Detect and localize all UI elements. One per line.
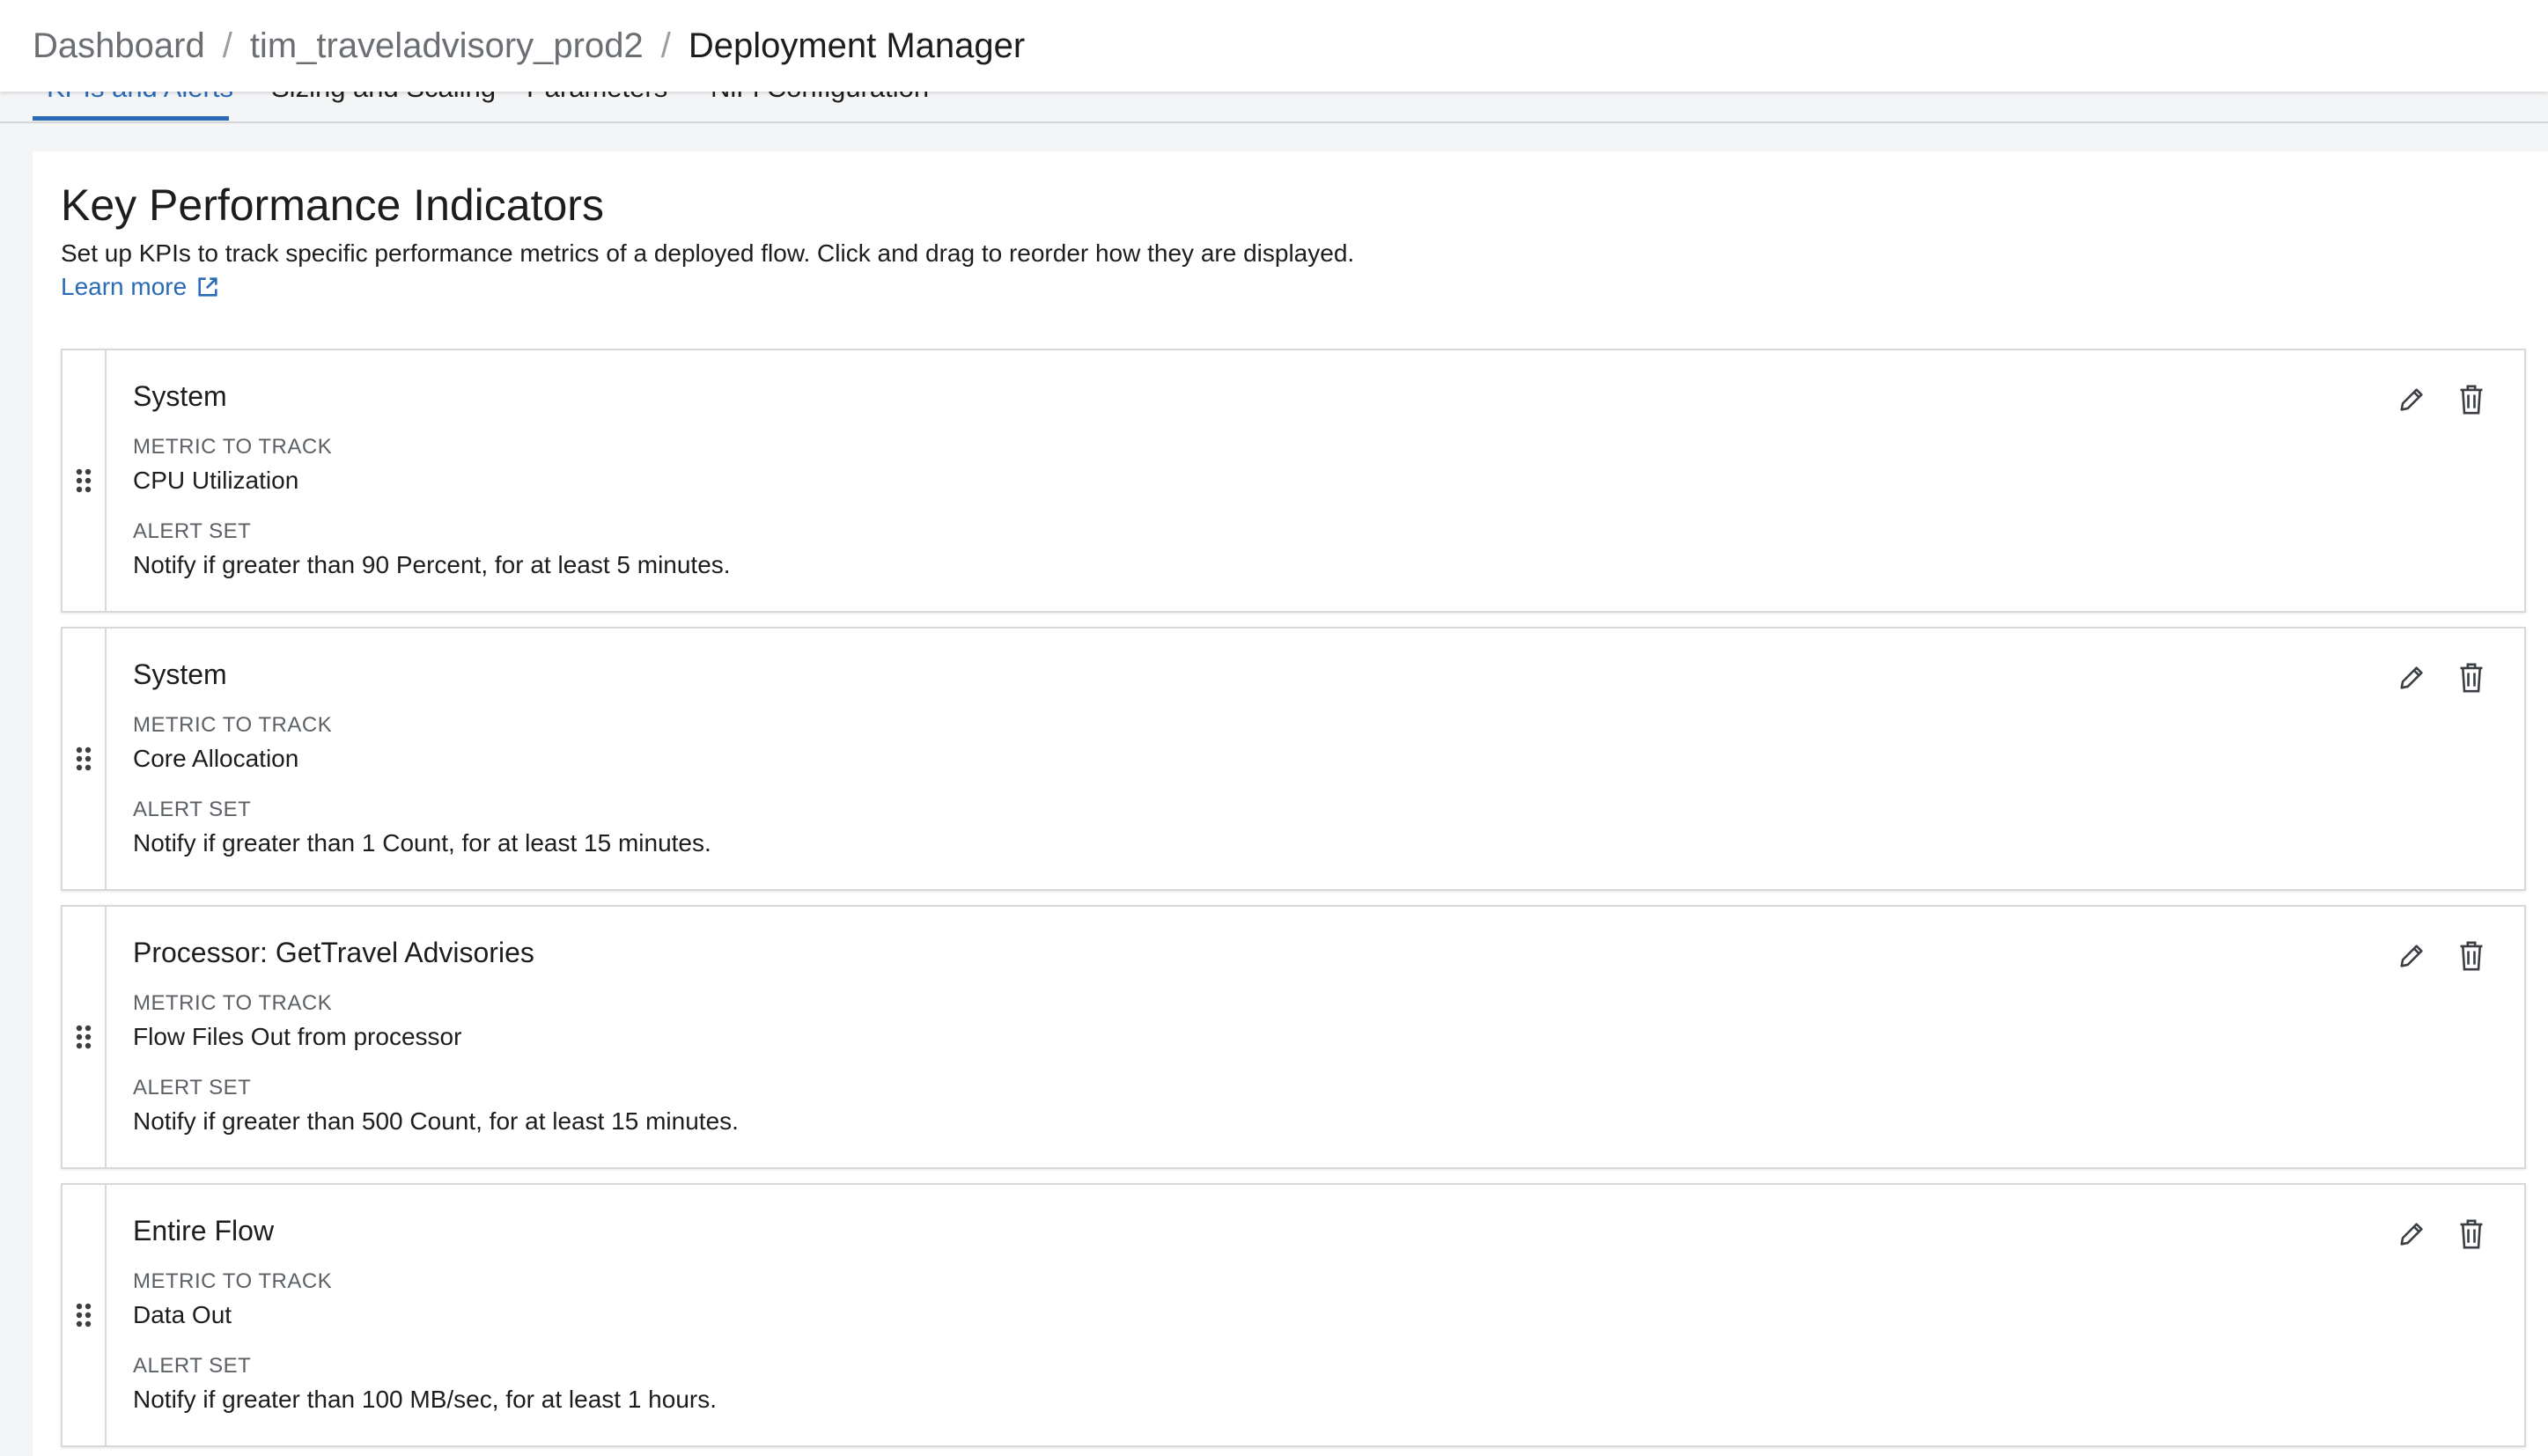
drag-handle[interactable]: [63, 350, 107, 611]
alert-value: Notify if greater than 1 Count, for at l…: [133, 829, 711, 857]
learn-more-link[interactable]: Learn more: [61, 273, 220, 301]
kpi-scope: System: [133, 658, 227, 690]
tab-sizing-and-scaling[interactable]: Sizing and Scaling: [271, 92, 496, 104]
external-link-icon: [198, 277, 217, 297]
delete-kpi-button[interactable]: [2454, 660, 2489, 695]
pencil-icon: [2400, 388, 2423, 411]
breadcrumb-deployment[interactable]: tim_traveladvisory_prod2: [250, 26, 644, 66]
drag-handle-icon: [76, 1025, 92, 1049]
kpi-scope: Entire Flow: [133, 1215, 275, 1246]
section-title: Key Performance Indicators: [61, 180, 604, 230]
metric-label: METRIC TO TRACK: [133, 991, 333, 1015]
kpi-scope: Processor: GetTravel Advisories: [133, 937, 534, 968]
tab-nifi-configuration[interactable]: NiFi Configuration: [711, 92, 929, 104]
kpi-card[interactable]: Processor: GetTravel Advisories METRIC T…: [61, 905, 2526, 1169]
pencil-icon: [2400, 1223, 2423, 1246]
pencil-icon: [2400, 945, 2423, 967]
active-tab-indicator: [33, 116, 229, 121]
alert-label: ALERT SET: [133, 519, 252, 543]
alert-value: Notify if greater than 100 MB/sec, for a…: [133, 1386, 717, 1413]
alert-value: Notify if greater than 500 Count, for at…: [133, 1107, 739, 1135]
drag-handle[interactable]: [63, 1185, 107, 1445]
drag-handle-icon: [76, 746, 92, 771]
metric-value: Data Out: [133, 1301, 232, 1328]
edit-kpi-button[interactable]: [2394, 938, 2429, 974]
metric-value: Core Allocation: [133, 745, 299, 772]
trash-icon: [2460, 1219, 2483, 1249]
tab-kpis-and-alerts[interactable]: KPIs and Alerts: [47, 92, 233, 104]
drag-handle[interactable]: [63, 907, 107, 1167]
delete-kpi-button[interactable]: [2454, 382, 2489, 417]
metric-label: METRIC TO TRACK: [133, 435, 333, 459]
kpi-panel: Key Performance Indicators Set up KPIs t…: [33, 151, 2548, 1456]
trash-icon: [2460, 385, 2483, 415]
pencil-icon: [2400, 666, 2423, 689]
breadcrumb-dashboard[interactable]: Dashboard: [33, 26, 205, 66]
delete-kpi-button[interactable]: [2454, 1217, 2489, 1252]
kpi-card-actions: [2394, 382, 2489, 417]
metric-label: METRIC TO TRACK: [133, 713, 333, 737]
metric-value: CPU Utilization: [133, 467, 299, 494]
drag-handle-icon: [76, 1303, 92, 1327]
alert-value: Notify if greater than 90 Percent, for a…: [133, 551, 731, 578]
breadcrumb-separator: /: [660, 26, 671, 65]
alert-label: ALERT SET: [133, 1076, 252, 1099]
kpi-card[interactable]: System METRIC TO TRACK CPU Utilization A…: [61, 349, 2526, 613]
alert-label: ALERT SET: [133, 798, 252, 821]
kpi-card-actions: [2394, 1217, 2489, 1252]
metric-label: METRIC TO TRACK: [133, 1269, 333, 1293]
page-title: Deployment Manager: [688, 26, 1026, 65]
kpi-card[interactable]: Entire Flow METRIC TO TRACK Data Out ALE…: [61, 1183, 2526, 1447]
kpi-card[interactable]: System METRIC TO TRACK Core Allocation A…: [61, 627, 2526, 891]
edit-kpi-button[interactable]: [2394, 382, 2429, 417]
delete-kpi-button[interactable]: [2454, 938, 2489, 974]
kpi-card-actions: [2394, 938, 2489, 974]
tab-parameters[interactable]: Parameters: [527, 92, 667, 104]
kpi-card-actions: [2394, 660, 2489, 695]
breadcrumb-separator: /: [222, 26, 232, 65]
metric-value: Flow Files Out from processor: [133, 1023, 462, 1050]
trash-icon: [2460, 941, 2483, 971]
section-description: Set up KPIs to track specific performanc…: [61, 239, 1355, 267]
learn-more-label: Learn more: [61, 273, 188, 300]
alert-label: ALERT SET: [133, 1354, 252, 1378]
drag-handle[interactable]: [63, 629, 107, 889]
trash-icon: [2460, 663, 2483, 693]
tab-bar: KPIs and Alerts Sizing and Scaling Param…: [0, 92, 2548, 123]
edit-kpi-button[interactable]: [2394, 1217, 2429, 1252]
kpi-scope: System: [133, 380, 227, 412]
drag-handle-icon: [76, 468, 92, 493]
app-header: Dashboard / tim_traveladvisory_prod2 / D…: [0, 0, 2548, 92]
edit-kpi-button[interactable]: [2394, 660, 2429, 695]
